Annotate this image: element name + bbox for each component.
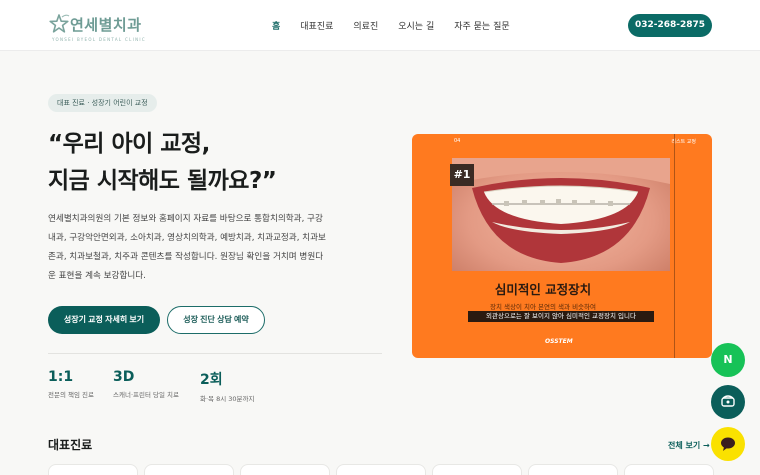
divider xyxy=(48,353,382,354)
treatment-card[interactable] xyxy=(48,464,138,475)
stat-item: 1:1 전문의 책임 진료 xyxy=(48,369,94,399)
promo-image: 04 리스트 교정 #1 심미적인 교정장치 장치 색상이 치아 본연의 색과 … xyxy=(412,134,712,358)
promo-divider xyxy=(674,134,675,358)
nav-faq[interactable]: 자주 묻는 질문 xyxy=(454,19,509,32)
stat-value: 3D xyxy=(113,369,135,385)
stat-label: 화·목 8시 30분까지 xyxy=(200,395,255,403)
stat-label: 전문의 책임 진료 xyxy=(48,391,94,399)
treatment-card[interactable] xyxy=(336,464,426,475)
growth-ortho-details-button[interactable]: 성장기 교정 자세히 보기 xyxy=(48,306,160,334)
hero-title-line-2: 지금 시작해도 될까요?” xyxy=(48,168,277,194)
stat-value: 2회 xyxy=(200,372,223,388)
kakao-chat-button[interactable] xyxy=(711,427,745,461)
logo-name: 연세별치과 xyxy=(70,16,142,34)
naver-button[interactable]: N xyxy=(711,343,745,377)
nav-home[interactable]: 홈 xyxy=(272,19,280,32)
smile-illustration xyxy=(452,158,670,263)
nav-doctors[interactable]: 의료진 xyxy=(353,19,378,32)
promo-subtitle: 장치 색상이 치아 본연의 색과 비슷하여 xyxy=(489,303,596,311)
site-header: 연세별치과 YONSEI BYEOL DENTAL CLINIC 홈 대표진료 … xyxy=(0,0,760,51)
promo-category: 리스트 교정 xyxy=(671,139,696,145)
phone-icon xyxy=(721,395,735,407)
promo-highlight: 외관상으로는 잘 보이지 않아 심미적인 교정장치 입니다 xyxy=(468,311,654,322)
nav-directions[interactable]: 오시는 길 xyxy=(398,19,434,32)
logo-subtitle: YONSEI BYEOL DENTAL CLINIC xyxy=(52,37,146,42)
main-nav: 홈 대표진료 의료진 오시는 길 자주 묻는 질문 xyxy=(272,19,530,32)
treatment-card[interactable] xyxy=(528,464,618,475)
promo-number-badge: #1 xyxy=(450,164,474,186)
stat-label: 스캐너·프린터 당일 치료 xyxy=(113,391,179,399)
hero-title-line-1: “우리 아이 교정, xyxy=(48,131,210,157)
promo-brand-logo: OSSTEM xyxy=(545,338,573,345)
stat-value: 1:1 xyxy=(48,369,74,385)
nav-treatments[interactable]: 대표진료 xyxy=(300,19,333,32)
hero-title: “우리 아이 교정, 지금 시작해도 될까요?” xyxy=(48,126,277,200)
phone-call-button[interactable] xyxy=(711,385,745,419)
treatment-card[interactable] xyxy=(432,464,522,475)
promo-page-number: 04 xyxy=(454,138,461,144)
star-logo-icon xyxy=(49,14,70,33)
section-title: 대표진료 xyxy=(48,438,93,452)
consultation-booking-button[interactable]: 성장 진단 상담 예약 xyxy=(167,306,265,334)
stat-item: 2회 화·목 8시 30분까지 xyxy=(200,369,255,403)
treatment-card[interactable] xyxy=(144,464,234,475)
treatment-card[interactable] xyxy=(240,464,330,475)
category-badge: 대표 진료 · 성장기 어린이 교정 xyxy=(48,94,157,112)
hero-description: 연세별치과의원의 기본 정보와 홈페이지 자료를 바탕으로 통합치의학과, 구강… xyxy=(48,214,326,281)
chat-bubble-icon xyxy=(721,437,735,451)
stat-item: 3D 스캐너·프린터 당일 치료 xyxy=(113,369,179,399)
phone-button[interactable]: 032-268-2875 xyxy=(628,14,712,37)
promo-title: 심미적인 교정장치 xyxy=(494,282,592,297)
treatment-card[interactable] xyxy=(624,464,714,475)
see-all-link[interactable]: 전체 보기 → xyxy=(668,440,710,451)
logo[interactable]: 연세별치과 YONSEI BYEOL DENTAL CLINIC xyxy=(48,11,158,43)
smile-photo xyxy=(452,158,670,271)
